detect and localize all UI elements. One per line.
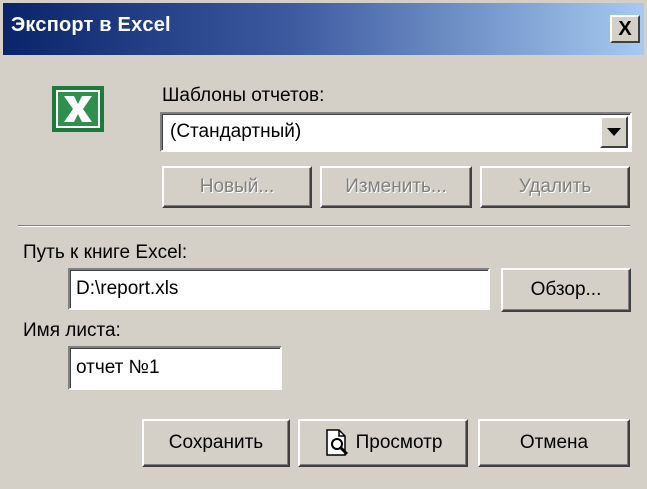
close-icon: X	[618, 18, 632, 40]
edit-template-button[interactable]: Изменить...	[320, 166, 472, 208]
preview-button[interactable]: Просмотр	[298, 419, 468, 467]
chevron-down-icon	[607, 128, 621, 136]
close-button[interactable]: X	[610, 15, 640, 43]
new-template-label: Новый...	[199, 176, 275, 197]
browse-button[interactable]: Обзор...	[501, 268, 631, 312]
delete-template-button[interactable]: Удалить	[480, 166, 630, 208]
templates-label: Шаблоны отчетов:	[162, 85, 325, 106]
cancel-label: Отмена	[519, 432, 589, 453]
save-label: Сохранить	[168, 432, 264, 453]
templates-selected-value: (Стандартный)	[170, 121, 302, 142]
export-excel-dialog: Экспорт в Excel X Шаблоны отчетов: (Стан…	[0, 0, 647, 489]
cancel-button[interactable]: Отмена	[478, 419, 630, 467]
path-label: Путь к книге Excel:	[23, 242, 188, 263]
delete-template-label: Удалить	[518, 176, 592, 197]
templates-combobox[interactable]: (Стандартный)	[160, 112, 632, 152]
window-title: Экспорт в Excel	[11, 14, 171, 36]
save-button[interactable]: Сохранить	[142, 419, 290, 467]
new-template-button[interactable]: Новый...	[162, 166, 312, 208]
separator	[18, 225, 630, 227]
sheet-label: Имя листа:	[23, 320, 121, 341]
sheet-name-value: отчет №1	[76, 357, 160, 378]
sheet-name-input[interactable]: отчет №1	[68, 346, 282, 390]
dropdown-button[interactable]	[600, 116, 628, 148]
path-value: D:\report.xls	[76, 278, 179, 299]
browse-label: Обзор...	[530, 279, 602, 300]
document-magnifier-icon	[325, 429, 348, 456]
path-input[interactable]: D:\report.xls	[68, 268, 490, 310]
title-bar[interactable]: Экспорт в Excel X	[3, 3, 644, 55]
edit-template-label: Изменить...	[345, 176, 447, 197]
excel-icon	[52, 86, 104, 132]
preview-label: Просмотр	[355, 432, 443, 453]
